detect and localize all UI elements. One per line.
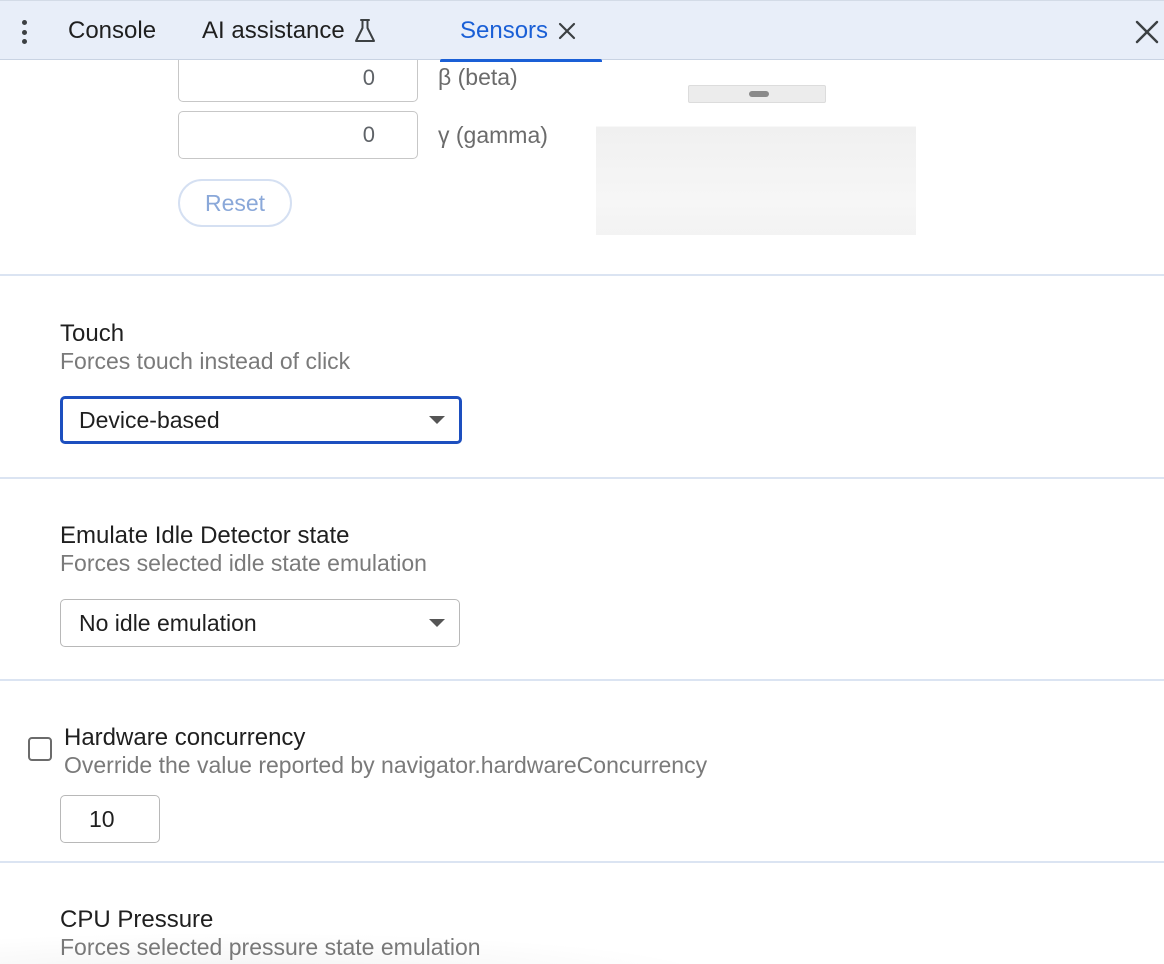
reset-button[interactable]: Reset xyxy=(178,179,292,227)
flask-icon xyxy=(353,18,377,44)
touch-select-value: Device-based xyxy=(79,407,220,433)
hardware-title: Hardware concurrency xyxy=(64,724,306,751)
tab-sensors[interactable]: Sensors xyxy=(440,1,602,62)
tab-ai-assistance[interactable]: AI assistance xyxy=(202,1,377,61)
kebab-dot xyxy=(21,29,27,35)
hardware-concurrency-checkbox[interactable] xyxy=(28,737,52,761)
touch-description: Forces touch instead of click xyxy=(60,348,351,374)
tab-ai-assistance-label: AI assistance xyxy=(202,17,345,44)
section-divider xyxy=(0,861,1164,863)
gamma-label: γ (gamma) xyxy=(438,122,548,148)
section-divider xyxy=(0,477,1164,479)
close-icon[interactable] xyxy=(558,22,576,40)
idle-title: Emulate Idle Detector state xyxy=(60,522,350,549)
tab-sensors-label: Sensors xyxy=(460,17,549,44)
beta-label: β (beta) xyxy=(438,64,518,90)
hardware-description: Override the value reported by navigator… xyxy=(64,752,708,778)
idle-select[interactable]: No idle emulation xyxy=(60,599,460,647)
section-divider xyxy=(0,274,1164,276)
beta-input[interactable]: 0 xyxy=(178,54,418,102)
kebab-dot xyxy=(21,39,27,44)
cpu-description: Forces selected pressure state emulation xyxy=(60,934,481,960)
device-notch xyxy=(749,91,769,97)
idle-select-value: No idle emulation xyxy=(79,610,257,636)
touch-title: Touch xyxy=(60,320,125,347)
tab-console-label: Console xyxy=(68,17,157,44)
hardware-concurrency-input[interactable]: 10 xyxy=(60,795,160,843)
more-vert-icon[interactable] xyxy=(12,17,36,47)
kebab-dot xyxy=(21,20,27,25)
chevron-down-icon xyxy=(429,416,445,424)
cpu-title: CPU Pressure xyxy=(60,906,214,933)
orientation-preview[interactable] xyxy=(596,60,916,235)
close-panel-icon[interactable] xyxy=(1134,19,1160,45)
chevron-down-icon xyxy=(429,619,445,627)
tab-console[interactable]: Console xyxy=(68,1,156,61)
idle-description: Forces selected idle state emulation xyxy=(60,550,427,576)
touch-select[interactable]: Device-based xyxy=(60,396,462,444)
devtools-sensors-panel: Console AI assistance Sensors 0 β (beta)… xyxy=(0,0,1164,964)
tab-bar: Console AI assistance Sensors xyxy=(0,0,1164,62)
gamma-input[interactable]: 0 xyxy=(178,111,418,159)
device-model xyxy=(688,85,826,103)
section-divider xyxy=(0,679,1164,681)
